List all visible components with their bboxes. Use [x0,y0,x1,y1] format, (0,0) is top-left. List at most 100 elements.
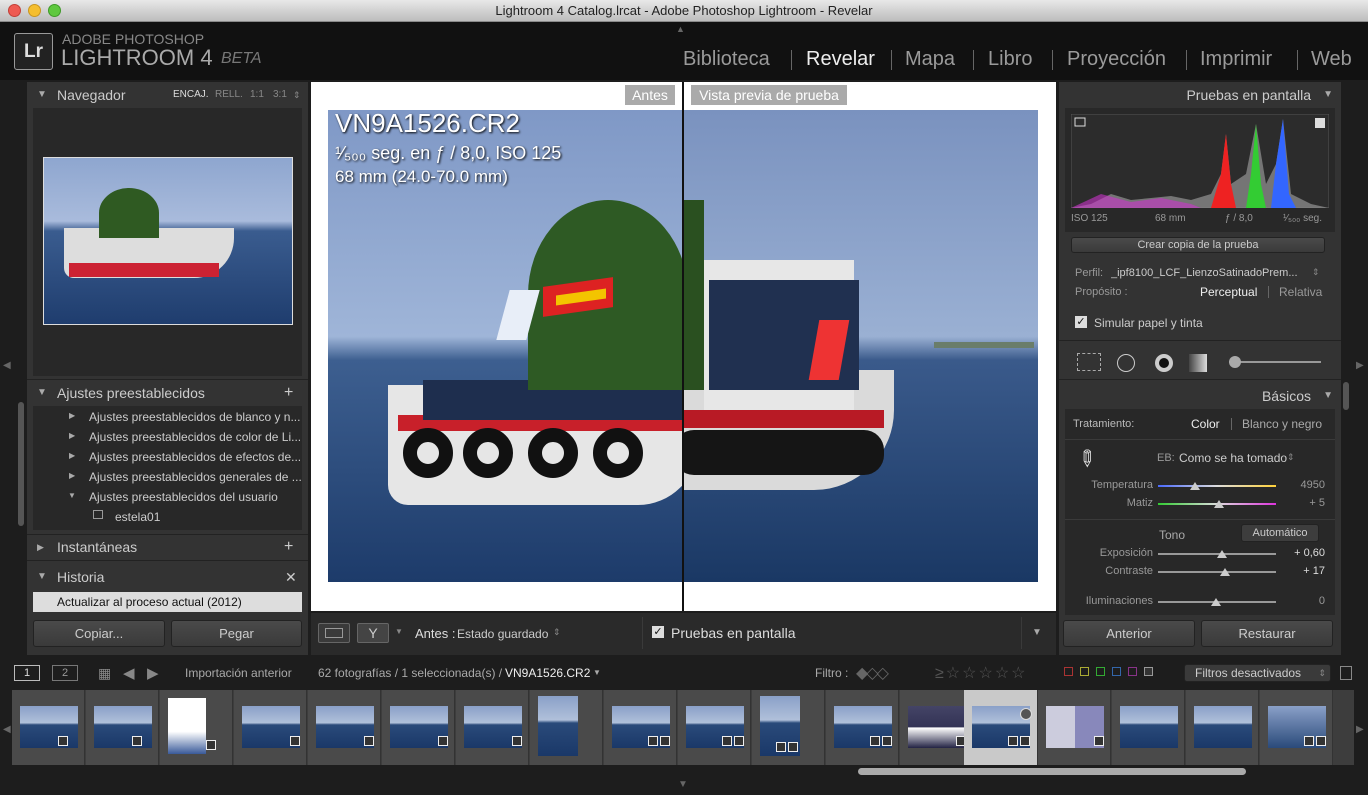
crop-tool-icon[interactable] [1077,353,1101,371]
red-eye-tool-icon[interactable] [1155,354,1173,372]
zoom-fit[interactable]: ENCAJ. [173,84,209,106]
secondary-window-button[interactable]: 2 [52,665,78,681]
filmstrip-thumbnail[interactable] [456,690,529,765]
expand-triangle-icon[interactable]: ▶ [69,451,75,460]
forward-arrow-icon[interactable]: ▶ [147,664,159,682]
filmstrip-source[interactable]: Importación anterior [185,666,292,680]
graduated-filter-icon[interactable] [1189,354,1207,372]
before-state-select[interactable]: Estado guardado [457,627,548,641]
spot-removal-tool-icon[interactable] [1117,354,1135,372]
tint-value[interactable]: + 5 [1285,497,1325,509]
grid-view-icon[interactable]: ▦ [98,665,114,681]
temperature-value[interactable]: 4950 [1285,479,1325,491]
filmstrip-thumbnail-selected[interactable] [964,690,1038,765]
reset-button[interactable]: Restaurar [1201,620,1333,647]
proof-photo[interactable] [684,110,1038,582]
filmstrip-thumbnail[interactable] [86,690,159,765]
zoom-stepper-icon[interactable]: ⇕ [293,84,301,106]
color-label-filter[interactable] [1060,667,1175,679]
green-label-icon[interactable] [1096,667,1105,676]
softproof-checkbox[interactable]: ✓ [652,626,664,638]
preset-folder-user[interactable]: Ajustes preestablecidos del usuario [89,490,278,504]
intent-relative[interactable]: Relativa [1279,285,1322,299]
filmstrip-thumbnail[interactable] [826,690,899,765]
softproof-toggle-label[interactable]: Pruebas en pantalla [671,625,796,641]
yellow-label-icon[interactable] [1080,667,1089,676]
collapse-bottom-arrow-icon[interactable]: ▼ [678,779,688,790]
filmstrip-thumbnail[interactable] [234,690,307,765]
preset-folder-color[interactable]: Ajustes preestablecidos de color de Li..… [89,430,301,444]
close-window-button[interactable] [8,4,21,17]
contrast-slider-thumb[interactable] [1220,568,1230,576]
histogram-area[interactable]: ISO 125 68 mm ƒ / 8,0 ¹⁄₅₀₀ seg. [1065,108,1335,232]
purple-label-icon[interactable] [1128,667,1137,676]
preset-folder-general[interactable]: Ajustes preestablecidos generales de ... [89,470,302,484]
filmstrip-thumbnail[interactable] [678,690,751,765]
presets-header[interactable]: ▼ Ajustes preestablecidos + [27,382,308,404]
filmstrip-thumbnail[interactable] [12,690,85,765]
profile-stepper-icon[interactable]: ⇕ [1312,267,1320,278]
auto-tone-button[interactable]: Automático [1241,524,1319,542]
wb-eyedropper-icon[interactable]: ✎ [1069,443,1109,483]
module-libro[interactable]: Libro [988,48,1032,71]
exposure-value[interactable]: + 0,60 [1285,547,1325,559]
no-label-icon[interactable] [1144,667,1153,676]
snapshots-header[interactable]: ▶ Instantáneas + [27,536,308,558]
treatment-color[interactable]: Color [1191,417,1220,431]
adjustment-brush-icon[interactable] [1229,361,1321,363]
clear-history-icon[interactable]: ✕ [285,566,297,588]
highlights-slider-thumb[interactable] [1211,598,1221,606]
filmstrip-thumbnail[interactable] [752,690,825,765]
view-dropdown-icon[interactable]: ▼ [395,627,403,636]
module-web[interactable]: Web [1311,48,1352,71]
flag-filter-icons[interactable]: ◆◇◇ [856,663,889,683]
filmstrip-thumbnail[interactable] [900,690,973,765]
filmstrip-thumbnail[interactable] [1186,690,1259,765]
toolbar-menu-icon[interactable]: ▼ [1032,627,1042,638]
primary-window-button[interactable]: 1 [14,665,40,681]
module-mapa[interactable]: Mapa [905,48,955,71]
paste-button[interactable]: Pegar [171,620,302,647]
module-proyeccion[interactable]: Proyección [1067,48,1166,71]
zoom-3-1[interactable]: 3:1 [273,84,287,106]
module-imprimir[interactable]: Imprimir [1200,48,1272,71]
filmstrip-left-arrow-icon[interactable]: ◀ [3,724,11,735]
before-after-view-button[interactable]: Y [357,623,389,643]
zoom-window-button[interactable] [48,4,61,17]
filmstrip-thumbnail[interactable] [382,690,455,765]
filmstrip-thumbnail[interactable] [1260,690,1333,765]
loupe-view-button[interactable] [318,623,350,643]
filmstrip-scrollbar[interactable] [858,768,1246,775]
previous-button[interactable]: Anterior [1063,620,1195,647]
filmstrip-thumbnail[interactable] [604,690,677,765]
right-panel-scrollbar[interactable] [1343,382,1349,410]
rating-filter-stars-icon[interactable]: ≥☆☆☆☆☆ [935,663,1028,683]
temperature-slider-thumb[interactable] [1190,482,1200,490]
temperature-slider[interactable] [1158,485,1276,487]
profile-select[interactable]: _ipf8100_LCF_LienzoSatinadoPrem... [1111,267,1307,279]
highlights-value[interactable]: 0 [1285,595,1325,607]
copy-button[interactable]: Copiar... [33,620,165,647]
collapse-top-arrow-icon[interactable]: ▲ [676,24,685,34]
create-proof-copy-button[interactable]: Crear copia de la prueba [1071,237,1325,253]
blue-label-icon[interactable] [1112,667,1121,676]
simulate-checkbox[interactable]: ✓ [1075,316,1087,328]
navigator-thumbnail[interactable] [43,157,293,325]
treatment-bw[interactable]: Blanco y negro [1242,417,1322,431]
filmstrip-thumbnail[interactable] [530,690,603,765]
contrast-slider[interactable] [1158,571,1276,573]
navigator-header[interactable]: ▼ Navegador ENCAJ. RELL. 1:1 3:1 ⇕ [27,84,308,106]
filmstrip-thumbnail[interactable] [1038,690,1111,765]
red-label-icon[interactable] [1064,667,1073,676]
expand-triangle-icon[interactable]: ▶ [69,431,75,440]
collapse-triangle-icon[interactable]: ▼ [68,491,76,500]
zoom-fill[interactable]: RELL. [215,84,243,106]
simulate-label[interactable]: Simular papel y tinta [1094,316,1203,330]
minimize-window-button[interactable] [28,4,41,17]
expand-triangle-icon[interactable]: ▶ [69,411,75,420]
filmstrip-thumbnail[interactable] [160,690,233,765]
filter-lock-icon[interactable] [1340,666,1352,680]
expand-triangle-icon[interactable]: ▶ [69,471,75,480]
softproof-panel-header[interactable]: Pruebas en pantalla ▼ [1059,84,1341,106]
intent-perceptual[interactable]: Perceptual [1200,285,1257,299]
